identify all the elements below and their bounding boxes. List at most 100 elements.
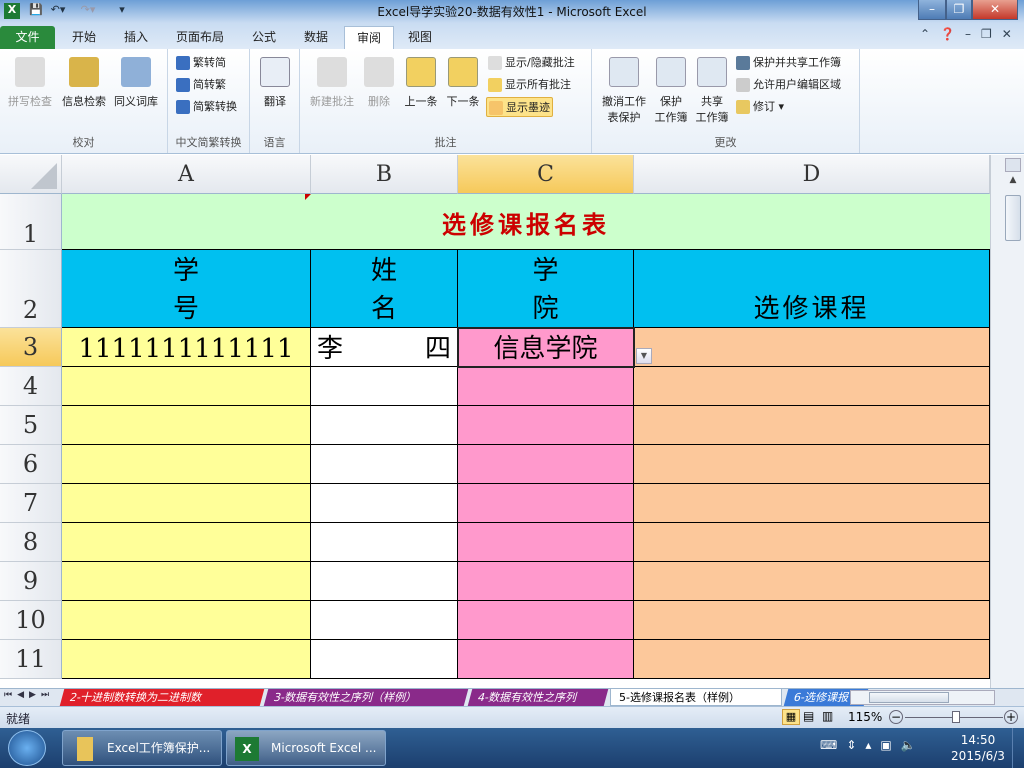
row-header-1[interactable]: 1 [0, 194, 62, 250]
taskbar-item-folder[interactable]: Excel工作簿保护... [62, 730, 222, 766]
column-header-b[interactable]: B [311, 155, 458, 194]
minimize-button[interactable]: – [918, 0, 946, 20]
start-button[interactable] [8, 730, 46, 766]
header-cell-name[interactable]: 姓名 [311, 250, 458, 328]
cell-b5[interactable] [311, 406, 458, 445]
help-icon[interactable]: ❓ [940, 27, 965, 41]
column-header-d[interactable]: D [634, 155, 990, 194]
header-cell-student-id[interactable]: 学号 [62, 250, 311, 328]
cell-c7[interactable] [458, 484, 634, 523]
cell-c6[interactable] [458, 445, 634, 484]
research-button[interactable]: 信息检索 [58, 57, 110, 109]
simp-to-trad-button[interactable]: 简转繁 [176, 75, 226, 95]
tab-view[interactable]: 视图 [396, 26, 444, 49]
chinese-conversion-button[interactable]: 简繁转换 [176, 97, 237, 117]
workbook-close-icon[interactable]: ✕ [1002, 27, 1022, 41]
cell-d4[interactable] [634, 367, 990, 406]
sheet-tab[interactable]: 3-数据有效性之序列（样例） [263, 689, 469, 706]
split-box[interactable] [1005, 158, 1021, 172]
network-icon[interactable]: ▣ [880, 738, 900, 752]
column-header-a[interactable]: A [62, 155, 311, 194]
cell-c8[interactable] [458, 523, 634, 562]
translate-button[interactable]: 翻译 [254, 57, 296, 109]
cell-b4[interactable] [311, 367, 458, 406]
cell-a11[interactable] [62, 640, 311, 679]
share-workbook-button[interactable]: 共享 工作簿 [692, 57, 732, 125]
cell-a10[interactable] [62, 601, 311, 640]
cell-b7[interactable] [311, 484, 458, 523]
track-changes-button[interactable]: 修订 ▾ [736, 97, 784, 117]
thesaurus-button[interactable]: 同义词库 [110, 57, 162, 109]
show-hide-comment-button[interactable]: 显示/隐藏批注 [488, 53, 575, 73]
header-cell-course[interactable]: 选修课程 [634, 250, 990, 328]
cell-b8[interactable] [311, 523, 458, 562]
cell-b9[interactable] [311, 562, 458, 601]
cell-a6[interactable] [62, 445, 311, 484]
page-layout-view-icon[interactable]: ▤ [803, 709, 814, 723]
select-all-button[interactable] [0, 155, 62, 194]
zoom-slider-thumb[interactable] [952, 711, 960, 723]
next-comment-button[interactable]: 下一条 [442, 57, 484, 109]
cell-b11[interactable] [311, 640, 458, 679]
cell-c5[interactable] [458, 406, 634, 445]
volume-icon[interactable]: 🔈 [901, 738, 925, 752]
workbook-restore-icon[interactable]: ❐ [981, 27, 1002, 41]
delete-comment-button[interactable]: 删除 [360, 57, 398, 109]
cell-a4[interactable] [62, 367, 311, 406]
row-header-4[interactable]: 4 [0, 367, 62, 406]
cell-d11[interactable] [634, 640, 990, 679]
horizontal-scrollbar[interactable] [850, 690, 995, 705]
show-all-comments-button[interactable]: 显示所有批注 [488, 75, 571, 95]
tab-formulas[interactable]: 公式 [240, 26, 288, 49]
cell-d9[interactable] [634, 562, 990, 601]
hscroll-thumb[interactable] [869, 692, 949, 703]
allow-edit-ranges-button[interactable]: 允许用户编辑区域 [736, 75, 841, 95]
worksheet-grid[interactable]: A B C D 1 2 3 4 5 6 7 8 9 10 11 选修课报名表 学号 姓名 学院… [0, 155, 990, 688]
tab-home[interactable]: 开始 [60, 26, 108, 49]
cell-c4[interactable] [458, 367, 634, 406]
sheet-title-cell[interactable]: 选修课报名表 [62, 194, 990, 250]
row-header-6[interactable]: 6 [0, 445, 62, 484]
protect-share-button[interactable]: 保护并共享工作簿 [736, 53, 841, 73]
row-header-10[interactable]: 10 [0, 601, 62, 640]
cell-d3[interactable] [634, 328, 990, 367]
vertical-scrollbar[interactable]: ▲ [990, 155, 1024, 688]
sheet-nav-arrows-icon[interactable]: ⏮◀▶⏭ [4, 690, 54, 700]
previous-comment-button[interactable]: 上一条 [400, 57, 442, 109]
cell-a9[interactable] [62, 562, 311, 601]
workbook-minimize-icon[interactable]: – [965, 27, 981, 41]
keyboard-icon[interactable]: ⌨ [820, 738, 846, 752]
validation-dropdown-button[interactable]: ▼ [636, 348, 652, 364]
tab-page-layout[interactable]: 页面布局 [164, 26, 236, 49]
restore-button[interactable]: ❐ [946, 0, 972, 20]
show-ink-button[interactable]: 显示墨迹 [486, 97, 553, 117]
row-header-7[interactable]: 7 [0, 484, 62, 523]
cell-b10[interactable] [311, 601, 458, 640]
sheet-tab[interactable]: 2-十进制数转换为二进制数 [59, 689, 265, 706]
unprotect-sheet-button[interactable]: 撤消工作 表保护 [596, 57, 652, 125]
cell-a7[interactable] [62, 484, 311, 523]
show-hidden-icons[interactable]: ▴ [865, 738, 880, 752]
row-header-11[interactable]: 11 [0, 640, 62, 679]
row-header-9[interactable]: 9 [0, 562, 62, 601]
column-header-c[interactable]: C [458, 155, 634, 194]
ime-icon[interactable]: ⇕ [846, 738, 865, 752]
spelling-button[interactable]: 拼写检查 [4, 57, 56, 109]
cell-a5[interactable] [62, 406, 311, 445]
page-break-view-icon[interactable]: ▥ [822, 709, 833, 723]
cell-a8[interactable] [62, 523, 311, 562]
close-button[interactable]: ✕ [972, 0, 1018, 20]
new-comment-button[interactable]: 新建批注 [304, 57, 360, 109]
cell-d6[interactable] [634, 445, 990, 484]
row-header-8[interactable]: 8 [0, 523, 62, 562]
row-header-5[interactable]: 5 [0, 406, 62, 445]
tab-review[interactable]: 审阅 [344, 26, 395, 49]
tab-insert[interactable]: 插入 [112, 26, 160, 49]
protect-workbook-button[interactable]: 保护 工作簿 [652, 57, 690, 125]
tab-data[interactable]: 数据 [292, 26, 340, 49]
collapse-ribbon-icon[interactable]: ⌃ [920, 27, 940, 41]
normal-view-icon[interactable]: ▦ [782, 709, 800, 725]
sheet-tab[interactable]: 4-数据有效性之序列 [467, 689, 609, 706]
scroll-thumb[interactable] [1005, 195, 1021, 241]
cell-d7[interactable] [634, 484, 990, 523]
